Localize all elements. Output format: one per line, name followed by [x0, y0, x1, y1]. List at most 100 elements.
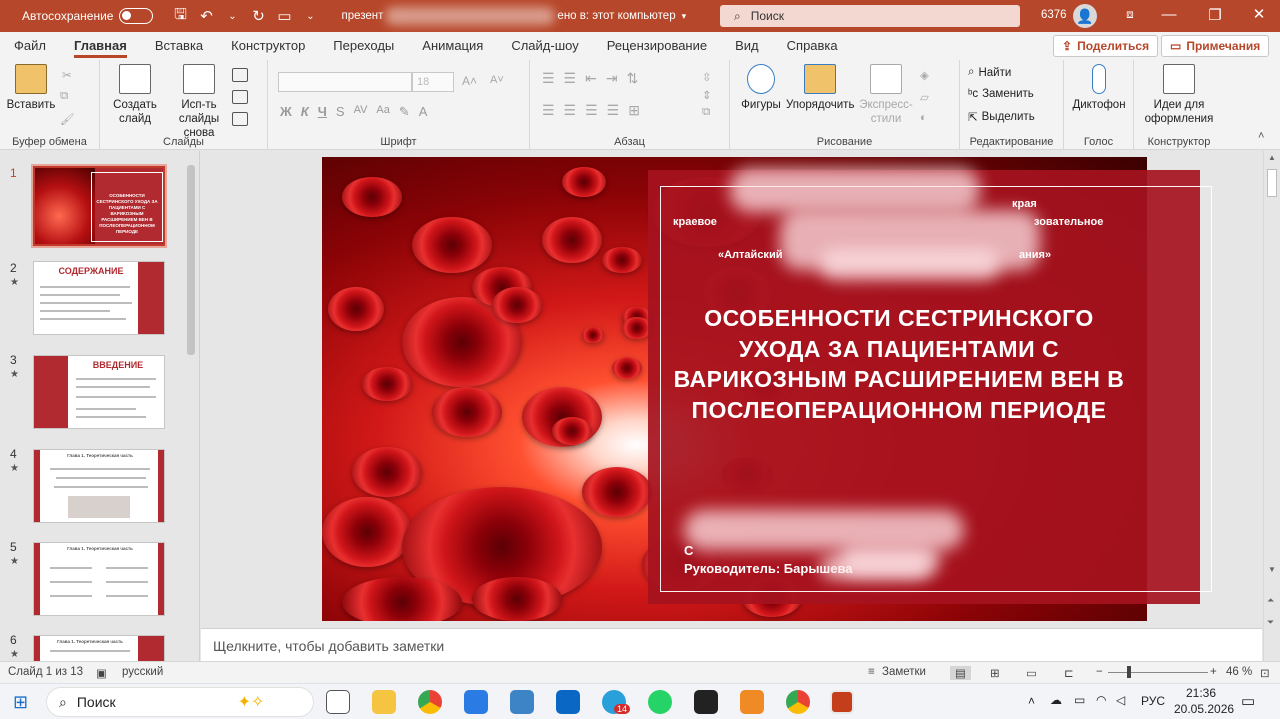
volume-icon[interactable]: ◁	[1116, 693, 1125, 707]
present-icon[interactable]: ▭	[271, 7, 297, 25]
clock-time[interactable]: 21:36	[1186, 686, 1216, 700]
copy-icon[interactable]: ⧉	[60, 90, 68, 103]
app-icon[interactable]	[510, 690, 534, 714]
shrink-font-icon[interactable]: A˅	[490, 74, 504, 86]
format-painter-icon[interactable]: 🖌	[60, 112, 75, 126]
arrange-button[interactable]: Упорядочить	[786, 64, 854, 112]
windows-start-icon[interactable]: ⊞	[13, 692, 28, 713]
tray-chevron-icon[interactable]: ˄	[1028, 694, 1035, 708]
thumbnail-scrollbar[interactable]	[184, 151, 198, 661]
cut-icon[interactable]: ✂	[62, 68, 72, 82]
customize-qat-icon[interactable]: ⌄	[297, 11, 323, 22]
char-spacing-button[interactable]: AV	[354, 104, 368, 120]
language[interactable]: русский	[122, 666, 163, 678]
slide-title[interactable]: ОСОБЕННОСТИ СЕСТРИНСКОГО УХОДА ЗА ПАЦИЕН…	[662, 303, 1136, 425]
normal-view-icon[interactable]: ▤	[950, 666, 971, 680]
previous-slide-icon[interactable]: ⏶	[1267, 595, 1274, 606]
slide-thumbnail-3[interactable]: ВВЕДЕНИЕ	[33, 355, 165, 429]
tab-animations[interactable]: Анимация	[408, 32, 497, 60]
scroll-up-icon[interactable]: ▲	[1268, 153, 1276, 162]
zoom-in-icon[interactable]: +	[1210, 666, 1217, 678]
battery-icon[interactable]: ▭	[1074, 693, 1085, 707]
redo-icon[interactable]: ↻	[245, 7, 271, 25]
scrollbar-thumb[interactable]	[187, 165, 195, 355]
share-button[interactable]: ⇪ Поделиться	[1053, 35, 1159, 57]
chrome-icon[interactable]	[418, 690, 442, 714]
layout-icon[interactable]	[232, 68, 248, 82]
replace-button[interactable]: ᵇc Заменить	[968, 88, 1034, 100]
undo-dropdown-icon[interactable]: ⌄	[219, 11, 245, 22]
scroll-down-icon[interactable]: ▼	[1268, 565, 1276, 574]
reset-icon[interactable]	[232, 90, 248, 104]
search-box[interactable]: ⌕ Поиск	[720, 5, 1020, 27]
align-buttons[interactable]: ☰☰☰☰⊞	[542, 102, 649, 119]
shape-fill-icon[interactable]: ◈	[920, 68, 929, 82]
section-icon[interactable]	[232, 112, 248, 126]
tab-insert[interactable]: Вставка	[141, 32, 217, 60]
collapse-ribbon-icon[interactable]: ˄	[1258, 130, 1264, 142]
paste-button[interactable]: Вставить	[6, 64, 56, 112]
comments-button[interactable]: ▭ Примечания	[1161, 35, 1270, 57]
close-button[interactable]: ✕	[1236, 5, 1280, 23]
file-explorer-icon[interactable]	[372, 690, 396, 714]
zoom-slider-thumb[interactable]	[1127, 666, 1131, 678]
shape-effects-icon[interactable]: ◐	[920, 112, 927, 124]
smartart-icon[interactable]: ⧉	[702, 106, 710, 119]
slide-thumbnail-6[interactable]: Глава 1. Теоретическая часть	[33, 635, 165, 661]
task-view-icon[interactable]	[326, 690, 350, 714]
document-name[interactable]: презент ено в: этот компьютер ▾	[341, 7, 686, 25]
outlook-icon[interactable]	[556, 690, 580, 714]
sublime-icon[interactable]	[740, 690, 764, 714]
zoom-slider[interactable]	[1108, 672, 1208, 673]
strikethrough-button[interactable]: S	[336, 104, 345, 120]
italic-button[interactable]: К	[301, 104, 309, 120]
tab-help[interactable]: Справка	[773, 32, 852, 60]
store-icon[interactable]	[464, 690, 488, 714]
undo-icon[interactable]: ↶	[193, 7, 219, 25]
change-case-button[interactable]: Aa	[376, 104, 389, 120]
save-icon[interactable]: 🖫	[167, 4, 193, 29]
notion-icon[interactable]	[694, 690, 718, 714]
next-slide-icon[interactable]: ⏷	[1267, 617, 1274, 628]
slide-thumbnail-4[interactable]: Глава 1. Теоретическая часть	[33, 449, 165, 523]
editor-scrollbar[interactable]: ▲ ▼ ⏶ ⏷	[1263, 151, 1280, 661]
maximize-button[interactable]: ❐	[1192, 6, 1238, 24]
font-size-combo[interactable]: 18	[412, 72, 454, 92]
new-slide-button[interactable]: Создать слайд	[106, 64, 164, 126]
autosave[interactable]: Автосохранение	[22, 8, 154, 24]
grow-font-icon[interactable]: A˄	[462, 74, 477, 88]
tab-slideshow[interactable]: Слайд-шоу	[497, 32, 592, 60]
tab-transitions[interactable]: Переходы	[319, 32, 408, 60]
slideshow-icon[interactable]: ⊏	[1064, 666, 1074, 680]
tab-home[interactable]: Главная	[60, 32, 141, 60]
underline-button[interactable]: Ч	[318, 104, 327, 120]
zoom-level[interactable]: 46 %	[1226, 666, 1252, 678]
slide-thumbnail-5[interactable]: Глава 1. Теоретическая часть	[33, 542, 165, 616]
autosave-toggle[interactable]	[119, 8, 154, 24]
zoom-out-icon[interactable]: −	[1096, 666, 1103, 678]
dictate-button[interactable]: Диктофон	[1068, 64, 1130, 112]
font-color-icon[interactable]: A	[419, 104, 428, 120]
select-button[interactable]: ⇱ Выделить	[968, 110, 1035, 124]
wifi-icon[interactable]: ◠	[1096, 693, 1106, 707]
find-button[interactable]: ⌕ Найти	[968, 66, 1011, 79]
chrome-profile-icon[interactable]	[786, 690, 810, 714]
notifications-icon[interactable]: ▭	[1241, 692, 1255, 710]
reading-view-icon[interactable]: ▭	[1026, 666, 1037, 680]
tab-review[interactable]: Рецензирование	[593, 32, 721, 60]
quick-styles-button[interactable]: Экспресс-стили	[856, 64, 916, 126]
spellcheck-icon[interactable]: ▣	[96, 666, 107, 680]
design-ideas-button[interactable]: Идеи для оформления	[1138, 64, 1220, 126]
shape-outline-icon[interactable]: ▱	[920, 90, 929, 104]
notes-toggle[interactable]: Заметки	[882, 666, 926, 678]
taskbar-search[interactable]: ⌕ Поиск ✦✧	[46, 687, 314, 717]
avatar[interactable]: 👤	[1073, 4, 1097, 28]
shapes-button[interactable]: Фигуры	[738, 64, 784, 112]
list-buttons[interactable]: ☰☰⇤⇥⇅	[542, 70, 647, 87]
notes-pane[interactable]: Щелкните, чтобы добавить заметки	[201, 628, 1262, 661]
input-language[interactable]: РУС	[1141, 694, 1165, 708]
clock-date[interactable]: 20.05.2026	[1174, 702, 1234, 716]
onedrive-icon[interactable]: ☁	[1050, 693, 1062, 707]
whatsapp-icon[interactable]	[648, 690, 672, 714]
tab-view[interactable]: Вид	[721, 32, 773, 60]
